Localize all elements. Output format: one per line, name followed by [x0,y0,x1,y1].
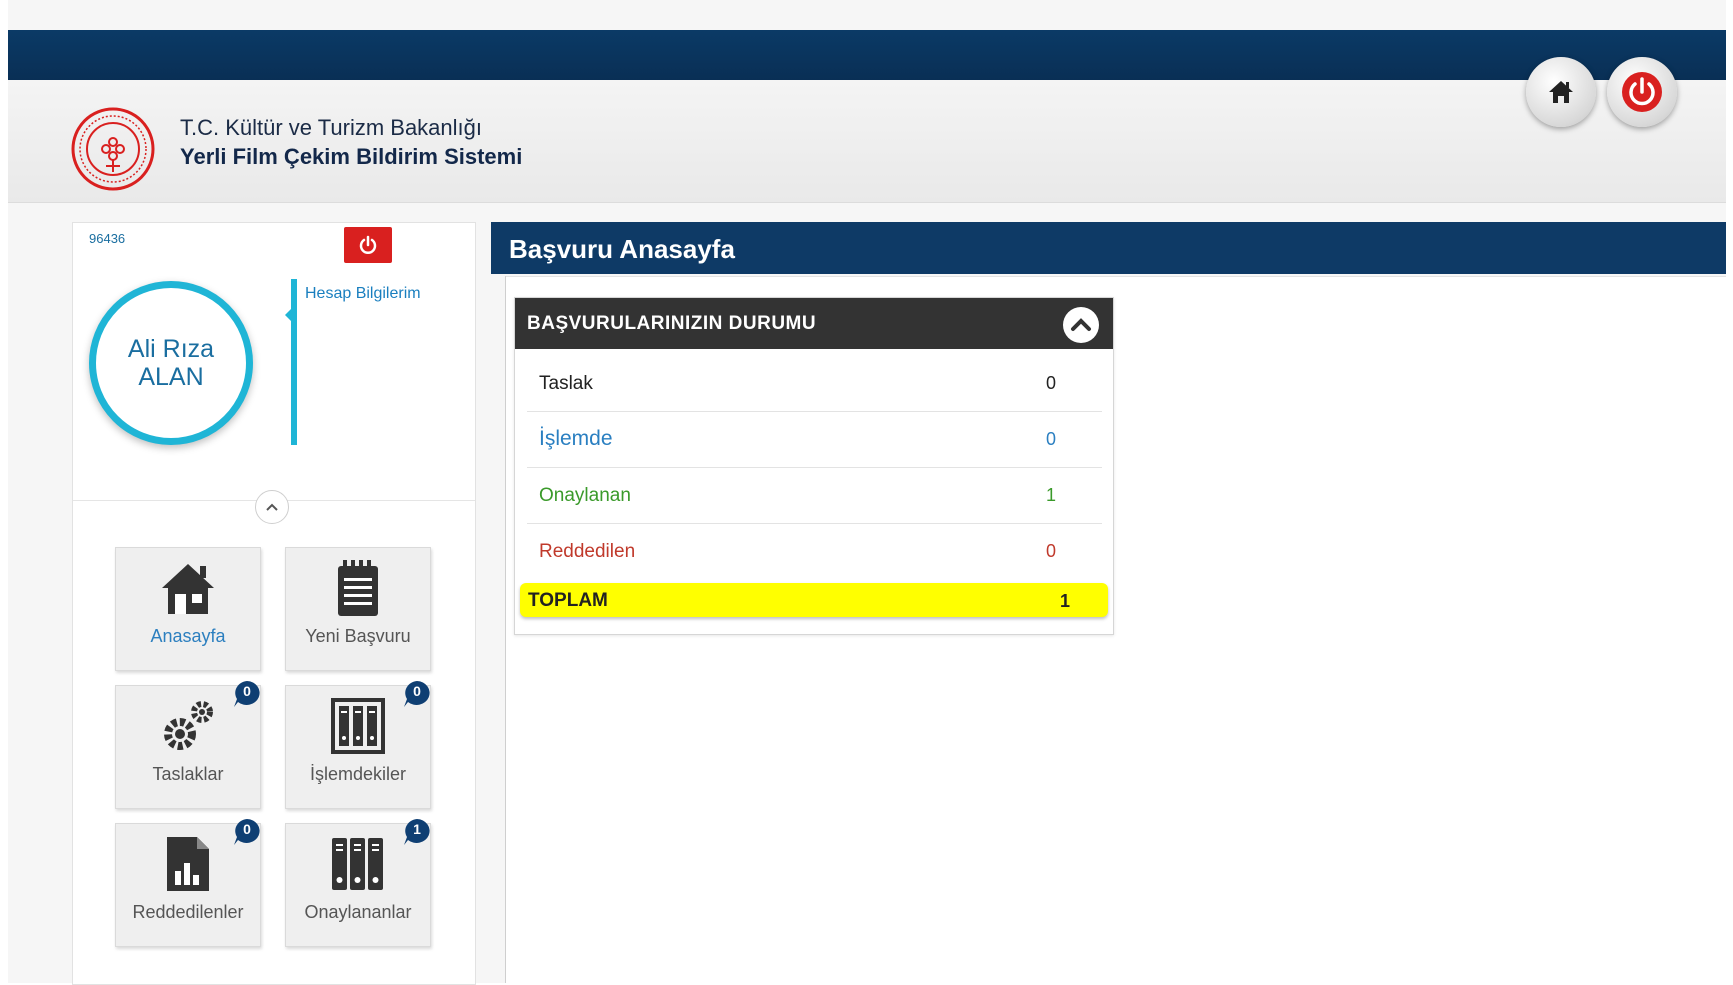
status-label[interactable]: İşlemde [539,427,613,451]
status-value: 0 [1046,373,1057,393]
onaylananlar-count: 1 [413,821,421,837]
status-label[interactable]: Onaylanan [539,485,631,507]
tile-anasayfa-label: Anasayfa [150,626,226,646]
status-row: İşlemde 0 [527,411,1102,468]
top-bar [8,30,1726,80]
sidebar-logout-button[interactable] [344,227,392,263]
system-name: Yerli Film Çekim Bildirim Sistemi [180,144,523,169]
collapse-panel-button[interactable] [1063,307,1099,343]
tile-taslaklar[interactable]: 0 Taslaklar [115,681,261,809]
tile-reddedilenler-label: Reddedilenler [132,902,244,922]
power-icon [1622,72,1662,112]
status-panel-header: BAŞVURULARINIZIN DURUMU [515,298,1113,349]
status-row: Onaylanan 1 [527,467,1102,524]
tile-onaylananlar-label: Onaylananlar [304,902,412,922]
gears-icon [164,701,213,750]
count-badge: 0 [232,817,262,847]
notepad-icon [338,560,378,616]
status-panel: BAŞVURULARINIZIN DURUMU Taslak 0 İşlemde… [514,297,1114,635]
ministry-name: T.C. Kültür ve Turizm Bakanlığı [180,115,482,140]
islemdekiler-count: 0 [413,683,421,699]
tile-onaylananlar[interactable]: 1 Onaylananlar [285,819,431,947]
user-sidebar: 96436 Ali Rıza ALAN Hesap Bilgilerim Ana… [72,222,476,985]
status-row: Taslak 0 [527,355,1102,412]
total-label: TOPLAM [528,590,608,611]
account-info-link[interactable]: Hesap Bilgilerim [305,285,421,303]
total-row: TOPLAM 1 [520,583,1108,617]
profile-divider [291,279,297,445]
ministry-logo-icon[interactable] [70,106,156,192]
logout-button[interactable] [1607,57,1677,127]
tile-islemdekiler-label: İşlemdekiler [309,764,407,784]
collapse-profile-button[interactable] [255,490,289,524]
cabinet-icon [331,698,385,754]
power-icon [359,235,377,254]
reddedilenler-count: 0 [243,821,251,837]
taslaklar-count: 0 [243,683,251,699]
home-button[interactable] [1526,57,1596,127]
house-icon [162,564,214,614]
tile-yeni-basvuru[interactable]: Yeni Başvuru [285,547,431,671]
tile-yeni-basvuru-label: Yeni Başvuru [305,626,411,646]
report-chart-icon [167,837,209,891]
count-badge: 1 [402,817,432,847]
status-value: 1 [1046,485,1057,505]
tile-taslaklar-label: Taslaklar [152,764,224,784]
site-header: T.C. Kültür ve Turizm Bakanlığı Yerli Fi… [8,80,1726,203]
tile-reddedilenler[interactable]: 0 Reddedilenler [115,819,261,947]
status-label: Taslak [539,373,593,394]
tile-islemdekiler[interactable]: 0 İşlemdekiler [285,681,431,809]
status-row: Reddedilen 0 [527,523,1102,579]
content-divider [505,276,506,983]
user-last-name: ALAN [138,363,204,391]
user-code: 96436 [89,231,126,246]
count-badge: 0 [402,679,432,709]
tile-anasayfa[interactable]: Anasayfa [115,547,261,671]
page-title: Başvuru Anasayfa [509,234,735,264]
chevron-up-icon [1071,318,1091,331]
user-avatar: Ali Rıza ALAN [89,281,253,445]
page-header: Başvuru Anasayfa [491,222,1726,274]
status-label[interactable]: Reddedilen [539,541,635,563]
total-value: 1 [1060,591,1071,611]
home-icon [1549,81,1573,103]
binders-icon [332,838,383,890]
status-panel-title: BAŞVURULARINIZIN DURUMU [527,313,817,334]
status-value: 0 [1046,429,1057,449]
count-badge: 0 [232,679,262,709]
profile-divider-notch [285,309,291,321]
status-value: 0 [1046,541,1057,561]
user-first-name: Ali Rıza [127,335,215,363]
chevron-up-icon [266,503,278,511]
